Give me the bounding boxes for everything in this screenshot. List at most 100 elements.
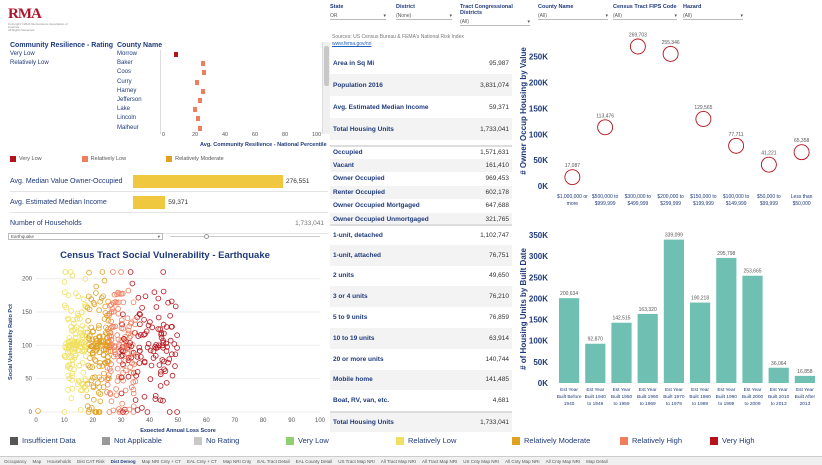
value-bubble[interactable] [662, 45, 679, 62]
scatter-point [93, 283, 99, 290]
value-bubble[interactable] [793, 144, 810, 161]
scatter-point [119, 400, 125, 407]
hazard-slider-track[interactable] [170, 236, 320, 237]
sheet-tab[interactable]: Occupancy [4, 459, 27, 464]
legend-item[interactable]: Relatively Moderate [166, 156, 224, 163]
sheet-tab[interactable]: All Cnty Map NRI [546, 459, 581, 464]
built-bar[interactable] [611, 322, 632, 383]
stat-label: 1-unit, attached [333, 251, 382, 259]
scatter-point [153, 304, 160, 310]
risk-legend-label: Relatively Moderate [524, 436, 591, 445]
sheet-tab[interactable]: All Cnty Map NRI [505, 459, 540, 464]
built-category-label: Built After [795, 394, 816, 400]
built-category-label: 1940 [564, 401, 575, 407]
sheet-tab[interactable]: Households [47, 459, 71, 464]
value-y-tick: 50K [533, 156, 548, 165]
scatter-point [130, 299, 137, 306]
stat-value: 1,571,631 [480, 149, 509, 157]
sheet-tab[interactable]: Map Detail [586, 459, 608, 464]
sheet-tab[interactable]: Dist Demog [111, 459, 136, 464]
built-bar[interactable] [794, 375, 815, 383]
resilience-scrollbar[interactable] [322, 42, 330, 134]
filter-dropdown[interactable]: (All) ▾ [613, 12, 677, 20]
risk-legend-item[interactable]: Very Low [286, 436, 396, 445]
built-category-label: to 2013 [771, 401, 787, 407]
county-name: Malheur [117, 124, 139, 131]
stat-value: 1,102,747 [480, 231, 509, 239]
scatter-point [116, 357, 122, 364]
stat-label: Avg. Estimated Median Income [333, 103, 429, 111]
sheet-tab[interactable]: EAL Cnty + CT [187, 459, 217, 464]
value-bubble[interactable] [597, 119, 614, 136]
stat-value: 321,765 [485, 215, 510, 223]
built-bar[interactable] [585, 343, 606, 383]
hazard-slider-handle[interactable] [204, 234, 209, 239]
value-category-label: $299,999 [660, 201, 681, 207]
sheet-tab[interactable]: All Tract Map NRI [422, 459, 457, 464]
sheet-tab[interactable]: Map NRI Cnty + CT [142, 459, 181, 464]
scatter-point [128, 319, 135, 326]
scatter-point [155, 314, 162, 321]
risk-legend-item[interactable]: Not Applicable [102, 436, 194, 445]
built-bar[interactable] [637, 313, 658, 383]
risk-legend-item[interactable]: Insufficient Data [10, 436, 102, 445]
filter-dropdown[interactable]: (All) ▾ [683, 12, 743, 20]
scatter-point [157, 383, 164, 389]
scatter-x-tick: 60 [203, 418, 210, 424]
stat-value: 647,688 [485, 202, 510, 210]
built-bar[interactable] [716, 257, 737, 383]
built-category-label: to 1959 [613, 401, 629, 407]
filter-dropdown[interactable]: (None) ▾ [396, 12, 452, 20]
sheet-tab[interactable]: EAL County Detail [296, 459, 333, 464]
sheet-tab[interactable]: Dist CAT Risk [77, 459, 105, 464]
sheet-tab[interactable]: US Cnty Map NRI [463, 459, 499, 464]
scroll-thumb[interactable] [324, 46, 329, 86]
built-category-label: Built 1940 [585, 394, 607, 400]
legend-item[interactable]: Very Low [10, 156, 42, 163]
filter-dropdown[interactable]: OR ▾ [330, 12, 386, 20]
stat-label: Area in Sq Mi [333, 59, 375, 67]
hazard-select[interactable]: Earthquake ▾ [8, 233, 163, 240]
risk-legend-item[interactable]: Relatively Moderate [512, 436, 620, 445]
risk-legend-item[interactable]: No Rating [194, 436, 286, 445]
risk-legend-item[interactable]: Relatively Low [396, 436, 512, 445]
built-y-label: # of Housing Units by Built Date [519, 248, 528, 370]
filter-value: (None) [396, 13, 412, 19]
sheet-tab[interactable]: Map NRI Cnty [223, 459, 251, 464]
value-bubble[interactable] [728, 137, 745, 154]
legend-item[interactable]: Relatively Low [81, 156, 126, 163]
sheet-tab[interactable]: EAL Tract Detail [257, 459, 289, 464]
scatter-x-tick: 20 [89, 418, 96, 424]
scatter-point [167, 312, 173, 319]
value-bubble[interactable] [629, 38, 646, 55]
built-bar[interactable] [690, 302, 711, 383]
scatter-point [139, 304, 145, 311]
risk-legend-item[interactable]: Very High [710, 436, 800, 445]
filter-dropdown[interactable]: (All) ▾ [460, 18, 530, 26]
sources-link[interactable]: www.fema.gov/nri [332, 41, 371, 47]
sheet-tab[interactable]: Map [33, 459, 42, 464]
sheet-tab[interactable]: US Tract Map NRI [338, 459, 375, 464]
built-data-label: 253,665 [743, 269, 761, 275]
scatter-point [152, 393, 159, 399]
value-data-label: 65,358 [794, 138, 810, 144]
stat-label: Occupied [333, 149, 363, 157]
sheet-tab[interactable]: All Tract Map NRI [381, 459, 416, 464]
scatter-point [155, 295, 162, 302]
county-name: Harney [117, 87, 137, 94]
filter-dropdown[interactable]: (All) ▾ [538, 12, 608, 20]
built-bar[interactable] [559, 298, 580, 383]
value-bubble[interactable] [695, 111, 712, 127]
built-category-label: Est Year [665, 387, 683, 393]
filter-state: State OR ▾ [330, 4, 386, 20]
built-bar[interactable] [768, 367, 789, 383]
built-bar[interactable] [663, 239, 684, 383]
value-bubble[interactable] [760, 156, 777, 173]
built-bar[interactable] [742, 275, 763, 383]
built-category-label: Est Year [586, 387, 604, 393]
value-bubble[interactable] [564, 169, 581, 186]
county-name: Morrow [117, 51, 138, 57]
value-category-label: $50,000 [793, 201, 811, 207]
scatter-point [160, 288, 167, 295]
risk-legend-item[interactable]: Relatively High [620, 436, 710, 445]
